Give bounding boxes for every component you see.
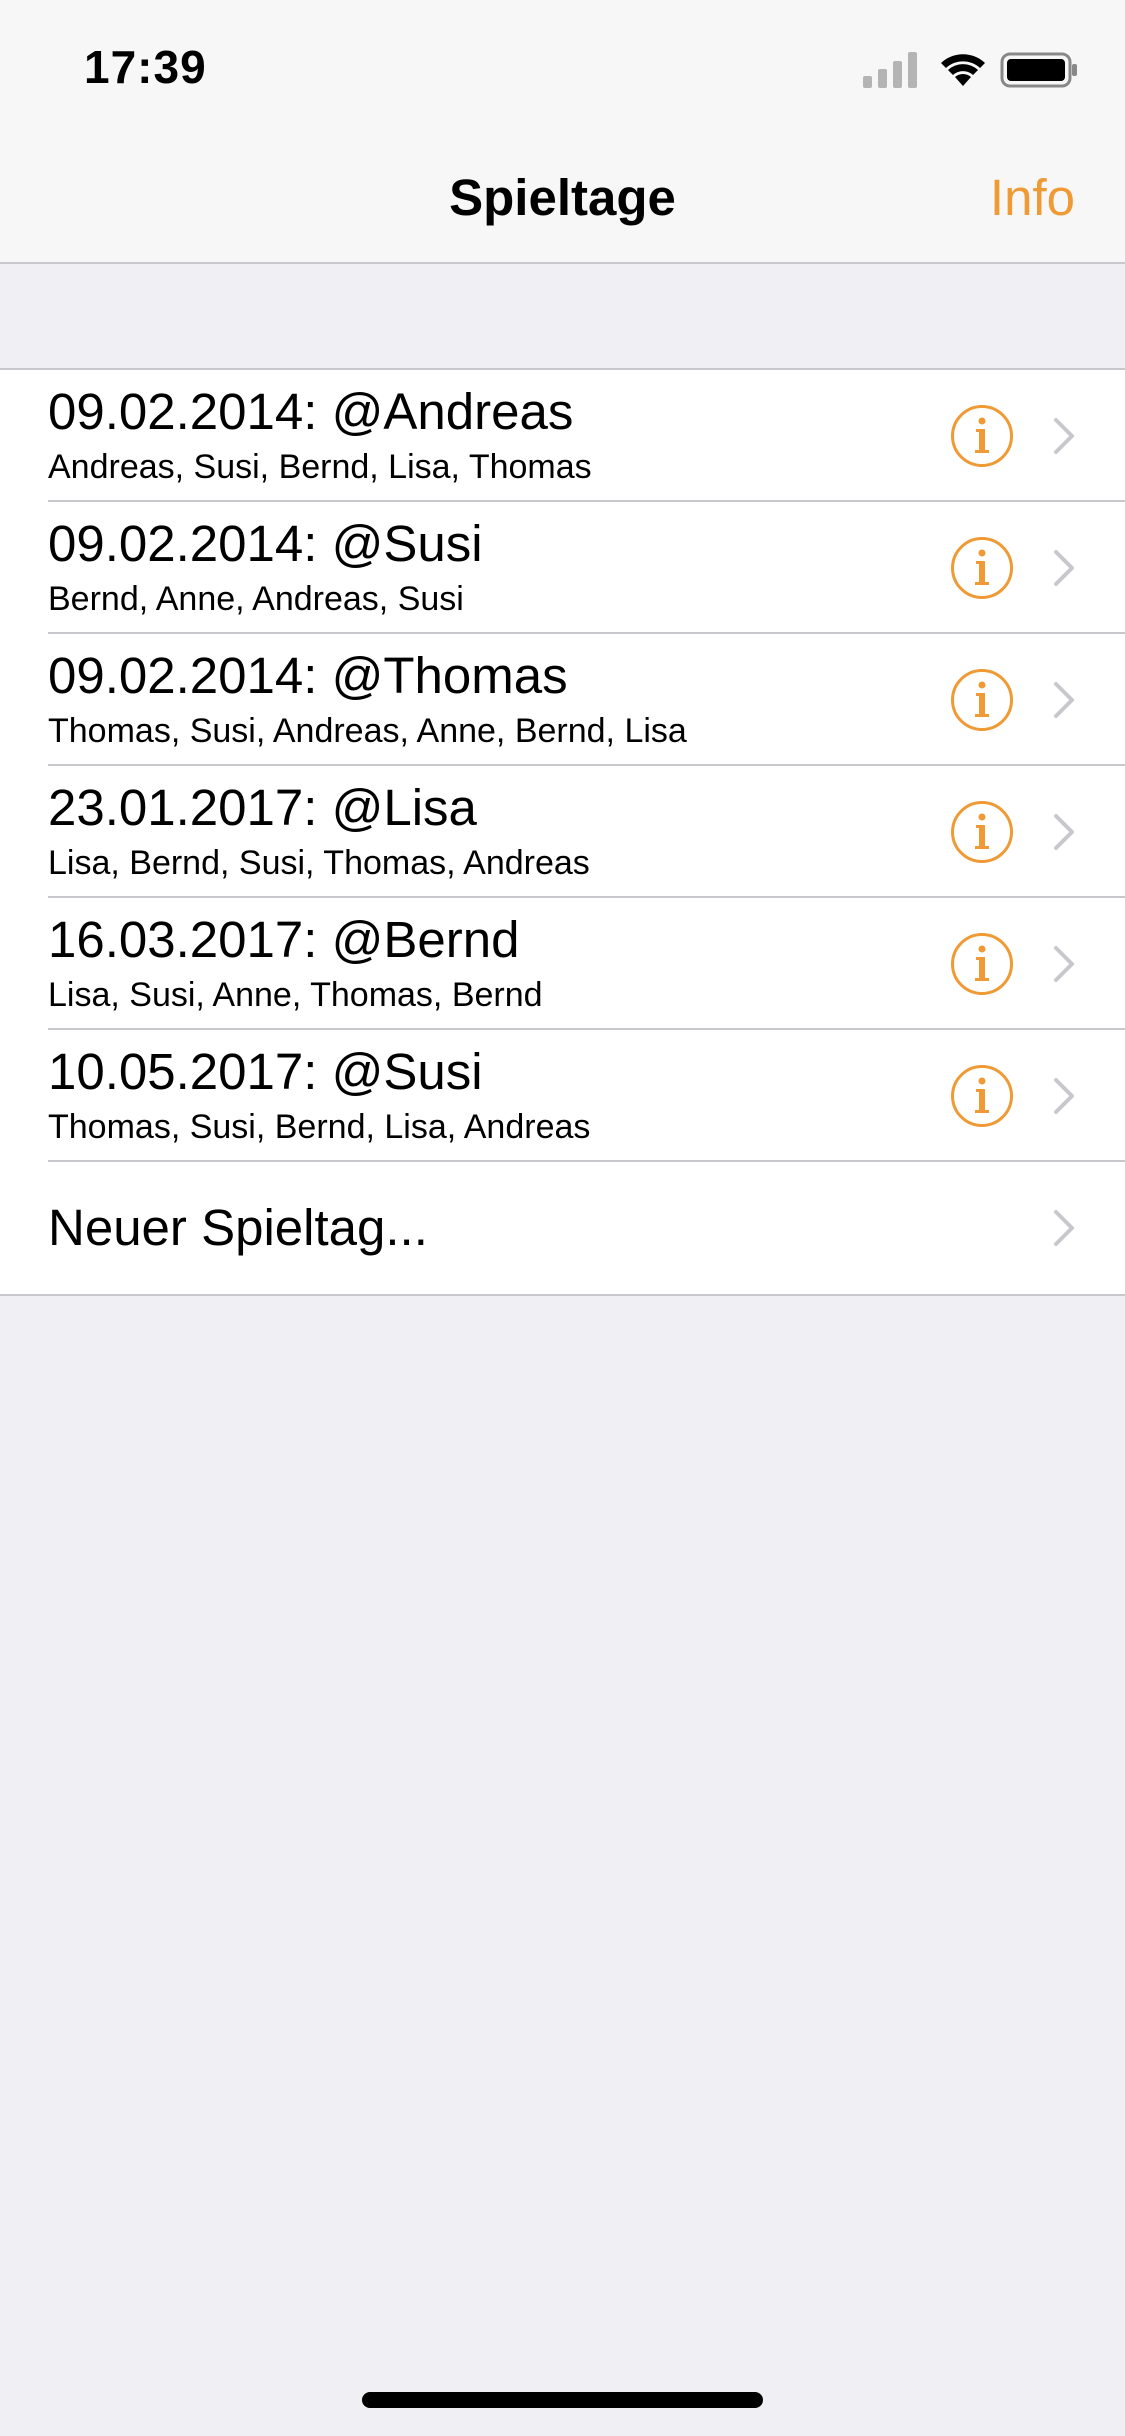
info-circle-icon[interactable] [950,404,1014,468]
list-item-title: 16.03.2017: @Bernd [48,911,520,968]
chevron-right-icon [1054,550,1074,586]
new-matchday-label: Neuer Spieltag... [48,1199,428,1256]
info-circle-icon[interactable] [950,1064,1014,1128]
list-item-subtitle: Lisa, Susi, Anne, Thomas, Bernd [48,976,543,1014]
list-item-subtitle: Andreas, Susi, Bernd, Lisa, Thomas [48,448,592,486]
info-circle-icon[interactable] [950,536,1014,600]
new-matchday-item[interactable]: Neuer Spieltag... [0,1162,1125,1294]
list-item[interactable]: 16.03.2017: @Bernd Lisa, Susi, Anne, Tho… [0,898,1125,1030]
chevron-right-icon [1054,946,1074,982]
list-item[interactable]: 23.01.2017: @Lisa Lisa, Bernd, Susi, Tho… [0,766,1125,898]
status-time: 17:39 [84,41,207,93]
list-item-subtitle: Bernd, Anne, Andreas, Susi [48,580,464,618]
status-bar: 17:39 [0,0,1125,132]
chevron-right-icon [1054,682,1074,718]
status-icons [859,46,1079,92]
wifi-icon [941,54,985,86]
chevron-right-icon [1054,1078,1074,1114]
list-item-subtitle: Thomas, Susi, Andreas, Anne, Bernd, Lisa [48,712,687,750]
info-circle-icon[interactable] [950,800,1014,864]
list-item-title: 10.05.2017: @Susi [48,1043,483,1100]
list-item-title: 09.02.2014: @Andreas [48,383,574,440]
list-item-subtitle: Thomas, Susi, Bernd, Lisa, Andreas [48,1108,591,1146]
page-title: Spieltage [449,169,676,226]
chevron-right-icon [1054,418,1074,454]
list-item-title: 09.02.2014: @Thomas [48,647,568,704]
list-item[interactable]: 09.02.2014: @Thomas Thomas, Susi, Andrea… [0,634,1125,766]
status-icons-graphic [863,52,1077,88]
signal-icon [863,52,917,88]
list-item[interactable]: 09.02.2014: @Susi Bernd, Anne, Andreas, … [0,502,1125,634]
list-item-title: 09.02.2014: @Susi [48,515,483,572]
info-circle-icon[interactable] [950,668,1014,732]
info-circle-icon[interactable] [950,932,1014,996]
navigation-bar: Spieltage Info [0,132,1125,264]
matchday-list: 09.02.2014: @Andreas Andreas, Susi, Bern… [0,368,1125,1296]
chevron-right-icon [1054,1210,1074,1246]
list-item[interactable]: 09.02.2014: @Andreas Andreas, Susi, Bern… [0,370,1125,502]
list-item-subtitle: Lisa, Bernd, Susi, Thomas, Andreas [48,844,590,882]
battery-icon [1000,52,1077,88]
list-item-title: 23.01.2017: @Lisa [48,779,477,836]
chevron-right-icon [1054,814,1074,850]
home-indicator[interactable] [362,2392,763,2408]
info-button[interactable]: Info [990,168,1075,227]
list-item[interactable]: 10.05.2017: @Susi Thomas, Susi, Bernd, L… [0,1030,1125,1162]
